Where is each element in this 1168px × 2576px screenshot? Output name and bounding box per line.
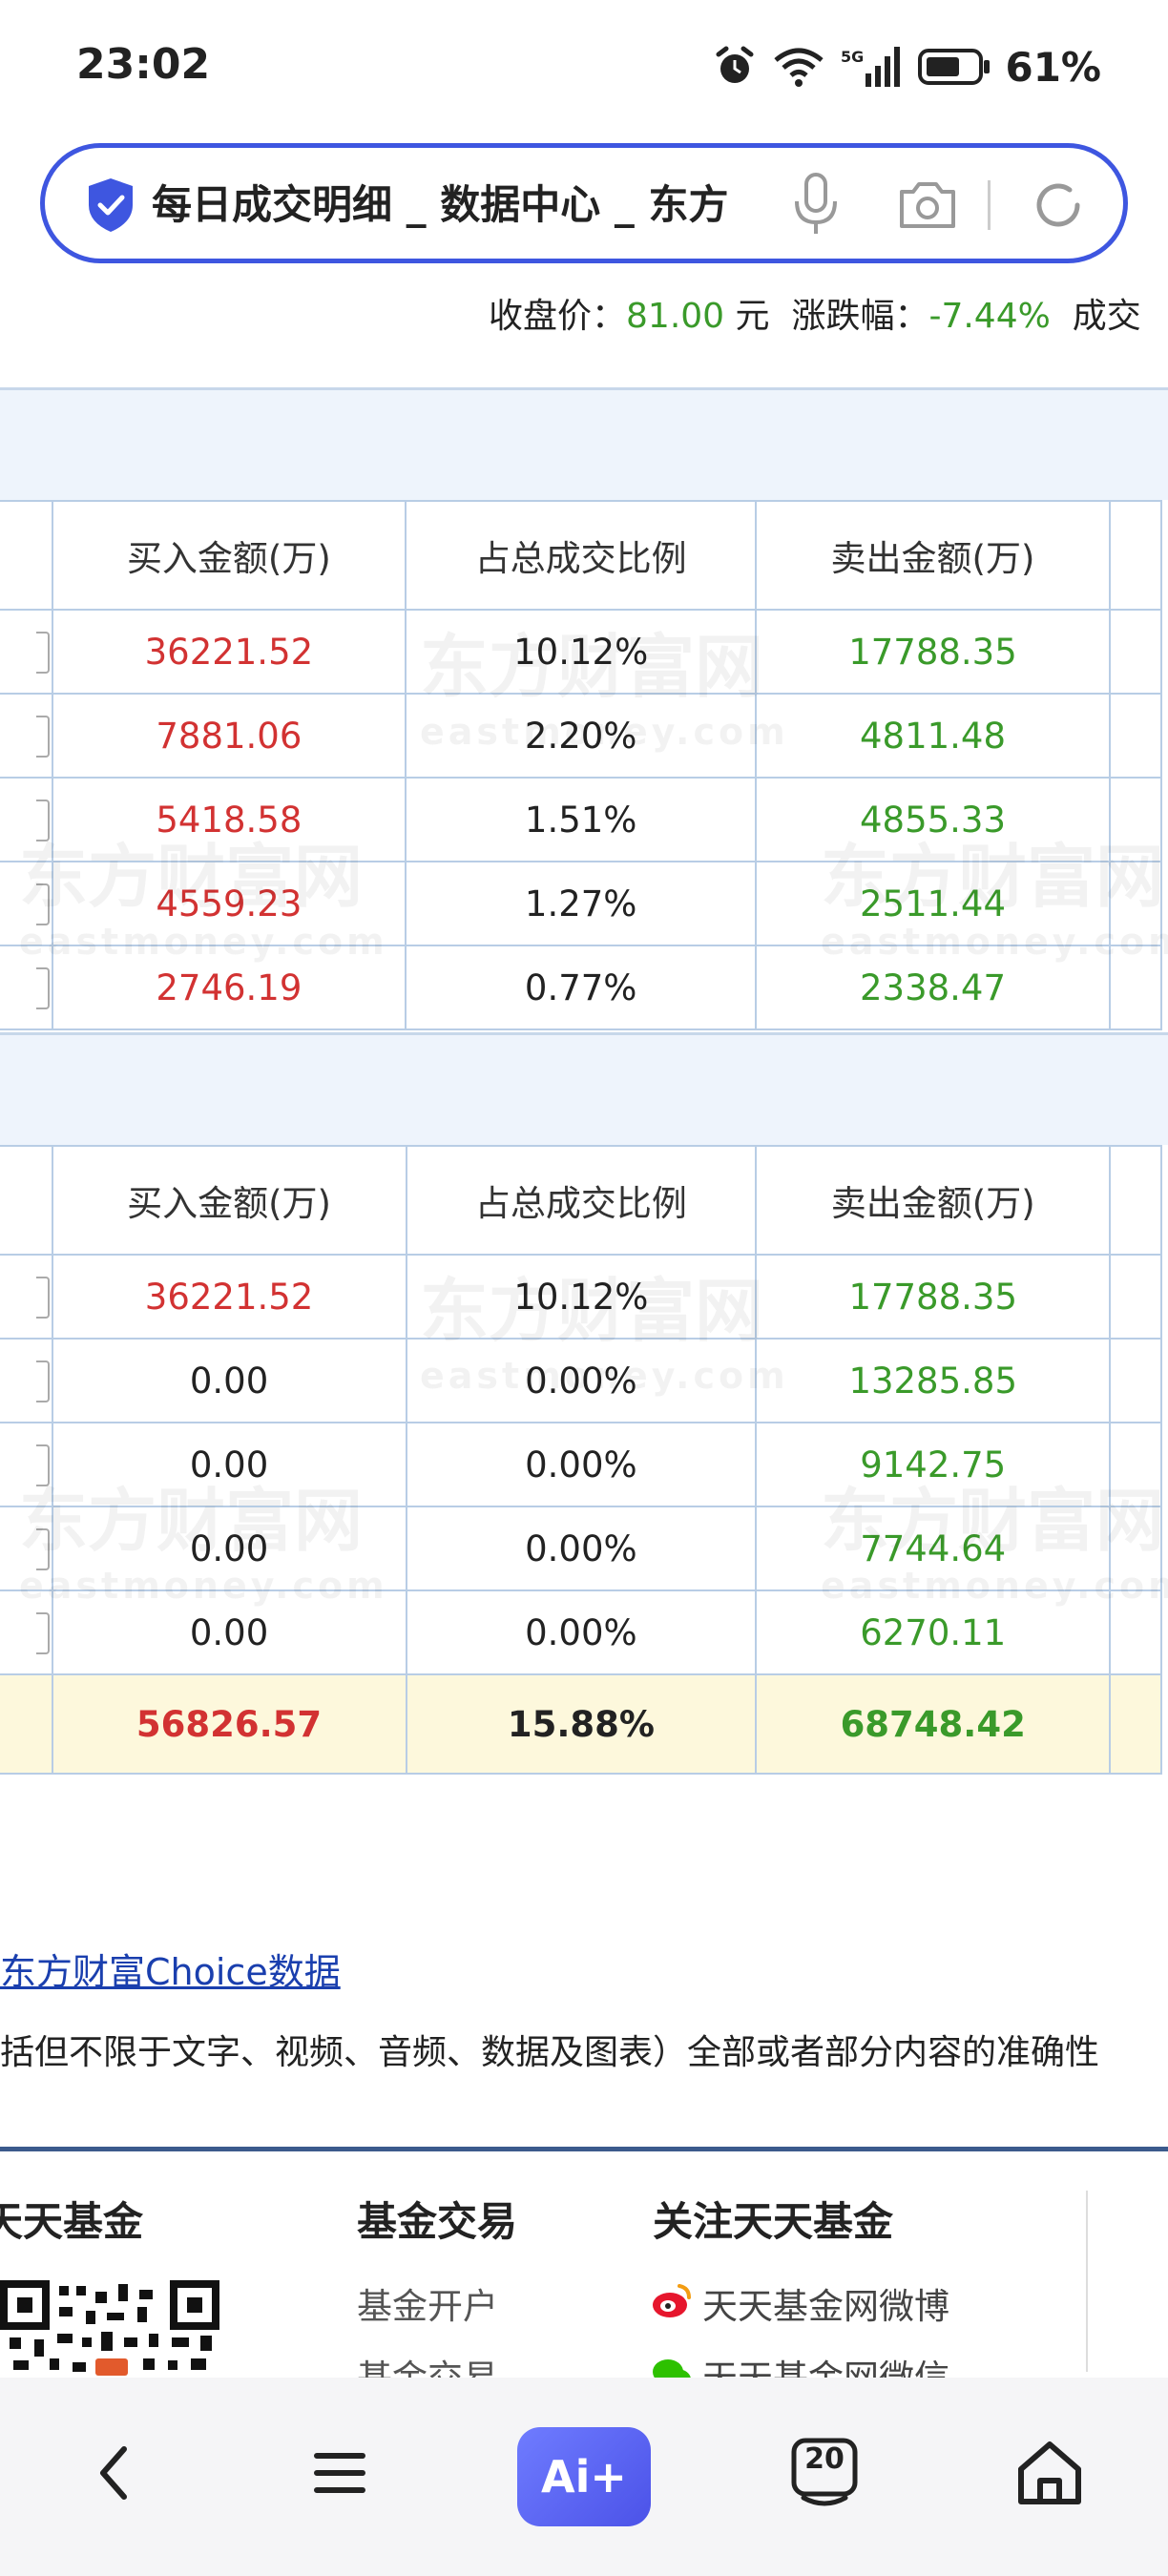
- disclaimer-text: 括但不限于文字、视频、音频、数据及图表）全部或者部分内容的准确性: [0, 2033, 1100, 2072]
- table-row: 36221.52 10.12% 17788.35: [0, 609, 1163, 695]
- table-row: 2746.19 0.77% 2338.47: [0, 945, 1163, 1030]
- microphone-icon[interactable]: [789, 171, 843, 238]
- header-buy-amount: 买入金额(万): [51, 1145, 407, 1256]
- camera-icon[interactable]: [896, 177, 959, 234]
- shield-icon: [89, 178, 133, 232]
- footer-link-fund-account[interactable]: 基金开户: [357, 2277, 498, 2329]
- table-row: 36221.52 10.12% 17788.35: [0, 1254, 1162, 1340]
- change-label: 涨跌幅：: [791, 297, 929, 336]
- browser-bottom-nav: Ai+ 20: [0, 2378, 1168, 2576]
- ai-assistant-button[interactable]: Ai+: [517, 2427, 651, 2526]
- header-ratio: 占总成交比例: [405, 1145, 758, 1256]
- url-text[interactable]: 每日成交明细 _ 数据中心 _ 东方: [152, 177, 801, 234]
- header-sell-amount: 卖出金额(万): [755, 500, 1111, 611]
- battery-icon: [918, 49, 991, 85]
- table-total-row: 56826.57 15.88% 68748.42: [0, 1673, 1162, 1775]
- data-source-link[interactable]: 东方财富Choice数据: [0, 1942, 341, 1995]
- table-row: 5418.58 1.51% 4855.33: [0, 777, 1163, 862]
- footer-divider: [0, 2147, 1168, 2151]
- status-icons: 5G 61%: [713, 38, 1101, 95]
- table-row: 0.00 0.00% 9142.75: [0, 1422, 1162, 1507]
- footer-link-weibo[interactable]: 天天基金网微博: [702, 2277, 949, 2329]
- price-info: 收盘价：81.00 元 涨跌幅：-7.44% 成交: [489, 288, 1141, 338]
- total-sell-amount: 68748.42: [755, 1673, 1112, 1775]
- table-row: 0.00 0.00% 13285.85: [0, 1338, 1162, 1423]
- table-row: 4559.23 1.27% 2511.44: [0, 861, 1163, 946]
- signal-5g-icon: 5G: [841, 47, 901, 87]
- total-buy-amount: 56826.57: [51, 1673, 407, 1775]
- menu-icon: [314, 2453, 365, 2493]
- menu-button[interactable]: [292, 2425, 387, 2521]
- footer-vertical-divider: [1086, 2191, 1088, 2372]
- tabs-count: 20: [804, 2442, 845, 2476]
- header-sell-amount: 卖出金额(万): [755, 1145, 1112, 1256]
- header-ratio: 占总成交比例: [405, 500, 758, 611]
- close-price-value: 81.00: [626, 297, 725, 336]
- weibo-icon: [653, 2284, 691, 2317]
- home-button[interactable]: [1002, 2425, 1097, 2521]
- table-row: 0.00 0.00% 6270.11: [0, 1589, 1162, 1675]
- change-value: -7.44%: [928, 297, 1051, 336]
- footer-col2-title: 基金交易: [357, 2198, 518, 2245]
- status-bar: 23:02 5G 61%: [0, 0, 1168, 134]
- trade-label: 成交: [1072, 297, 1141, 336]
- address-bar-separator: [988, 180, 991, 230]
- battery-percent: 61%: [1005, 43, 1101, 91]
- table-row: 0.00 0.00% 7744.64: [0, 1506, 1162, 1591]
- buy-sell-table-2: 买入金额(万) 占总成交比例 卖出金额(万) 36221.52 10.12% 1…: [0, 1145, 1162, 1775]
- header-buy-amount: 买入金额(万): [51, 500, 407, 611]
- qr-code: [0, 2278, 229, 2378]
- alarm-icon: [716, 46, 754, 83]
- buy-sell-table-1: 买入金额(万) 占总成交比例 卖出金额(万) 36221.52 10.12% 1…: [0, 500, 1163, 1030]
- reload-icon[interactable]: [1030, 177, 1087, 234]
- address-bar[interactable]: 每日成交明细 _ 数据中心 _ 东方: [40, 143, 1128, 263]
- svg-text:5G: 5G: [841, 48, 864, 66]
- footer-col1-title: 天天基金: [0, 2198, 144, 2245]
- total-ratio: 15.88%: [405, 1673, 758, 1775]
- table-row: 7881.06 2.20% 4811.48: [0, 693, 1163, 779]
- back-button[interactable]: [67, 2425, 162, 2521]
- back-arrow-icon: [100, 2446, 127, 2500]
- home-icon: [1018, 2441, 1081, 2504]
- close-price-label: 收盘价：: [489, 297, 627, 336]
- wifi-icon: [774, 48, 824, 87]
- section-header-1: [0, 387, 1168, 500]
- status-time: 23:02: [76, 40, 211, 89]
- section-header-2: [0, 1032, 1168, 1145]
- footer-col3-title: 关注天天基金: [653, 2198, 894, 2245]
- tabs-button[interactable]: 20: [777, 2425, 872, 2521]
- close-price-unit: 元: [735, 297, 770, 336]
